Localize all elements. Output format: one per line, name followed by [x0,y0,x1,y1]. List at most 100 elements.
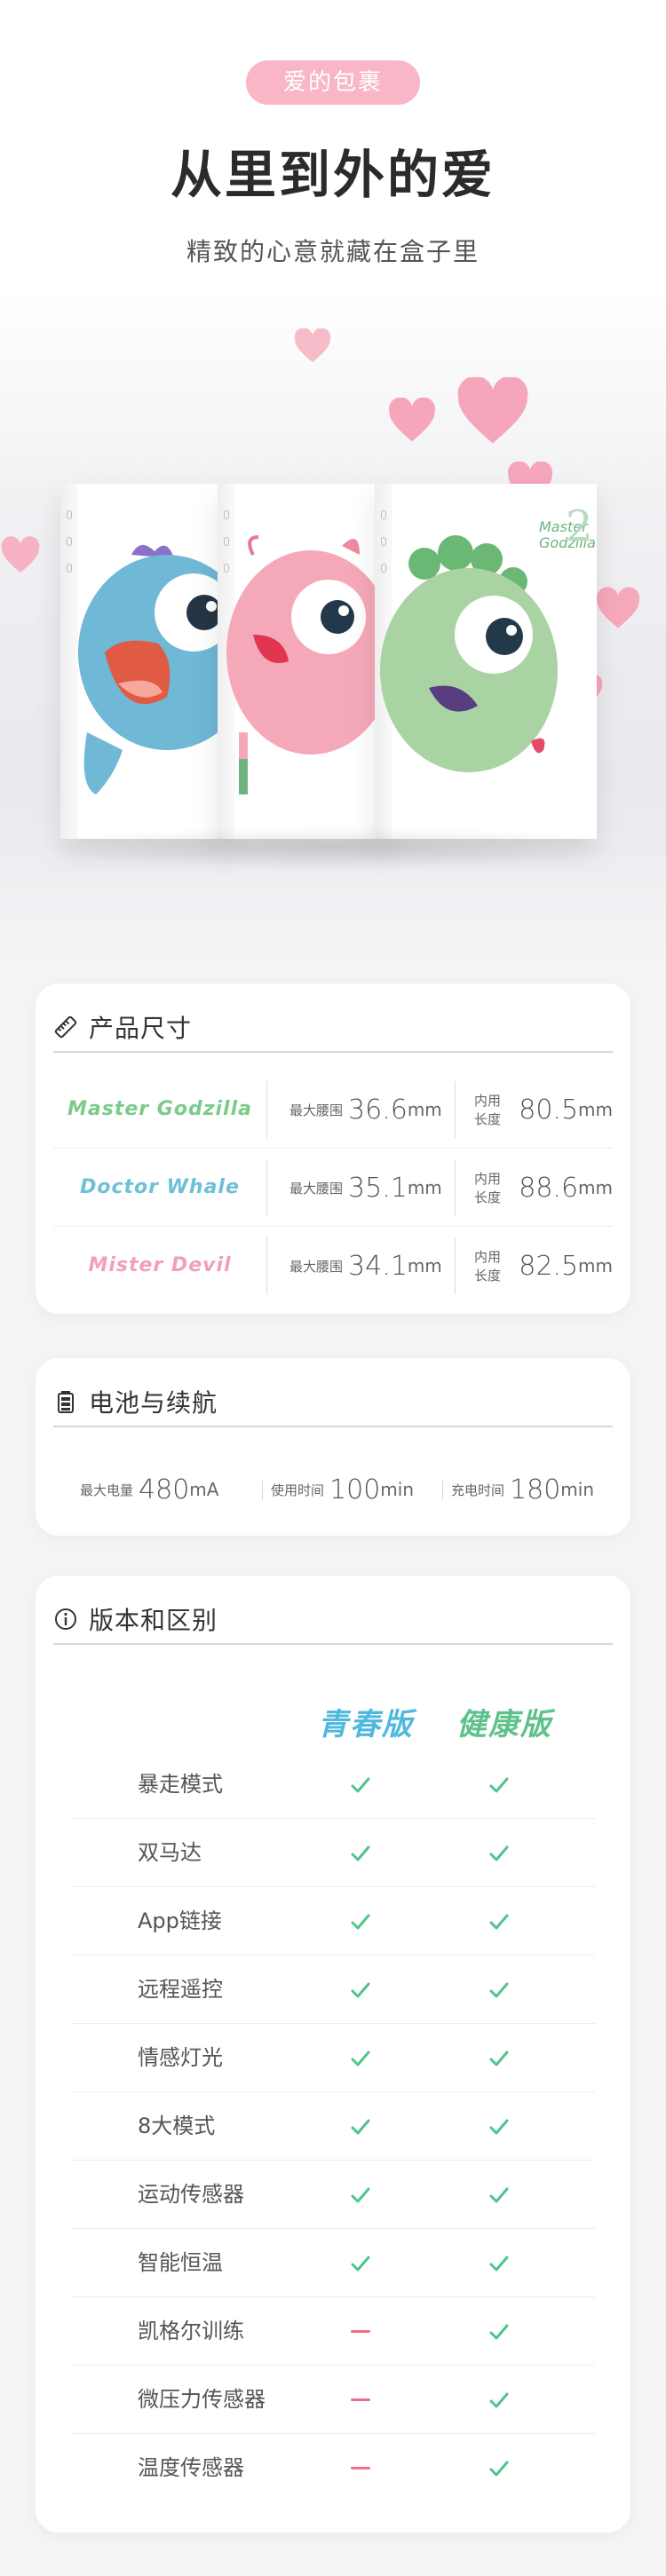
feature-label: 8大模式 [138,2114,216,2138]
ruler-icon [54,1015,77,1039]
feature-label: 情感灯光 [138,2045,223,2070]
floor-shadow [36,826,630,870]
product-size-header: 产品尺寸 [53,1003,613,1053]
inner-label: 内用长度 [474,1171,502,1205]
inner-unit: mm [578,1099,613,1120]
battery-card: 电池与续航 最大电量 480 mA 使用时间 100 min 充电时间 180 min [36,1358,630,1536]
product-size-card: 产品尺寸 Master Godzilla 最大腰围 36.6 mm 内用长度 80.5… [36,984,630,1314]
version-header: 版本和区别 [53,1595,613,1645]
youth-check-icon [343,2161,378,2229]
use-time-label: 使用时间 [271,1482,325,1498]
inner-value: 88.6 [519,1172,579,1204]
inner-spec: 内用长度 80.5 mm [474,1071,613,1149]
box-number: 2 [566,502,593,551]
battery-header: 电池与续航 [53,1378,613,1427]
feature-row: 微压力传感器 [71,2366,595,2434]
capacity-label: 最大电量 [80,1482,134,1498]
feature-row: 双马达 [71,1819,595,1887]
info-icon [55,1608,76,1630]
health-check-icon [481,2366,517,2434]
size-row-mister-devil: Mister Devil 最大腰围 34.1 mm 内用长度 82.5 mm [53,1227,613,1305]
use-time-unit: min [380,1479,414,1500]
health-edition-heading: 健康版 [456,1707,552,1742]
heart-icon [1,536,40,573]
health-check-icon [481,2297,517,2366]
youth-check-icon [343,1956,378,2024]
heart-icon [389,398,435,442]
youth-check-icon [343,2092,378,2161]
health-check-icon [481,1750,517,1819]
inner-spec: 内用长度 82.5 mm [474,1227,613,1305]
heart-icon [457,377,528,444]
health-check-icon [481,1819,517,1887]
feature-label: 双马达 [138,1840,202,1865]
health-check-icon [481,2229,517,2297]
feature-label: 微压力传感器 [138,2387,266,2412]
product-size-title: 产品尺寸 [89,1014,193,1043]
waist-value: 36.6 [348,1094,408,1126]
feature-label: App链接 [138,1908,222,1933]
page-headline: 从里到外的爱 [170,145,496,205]
waist-unit: mm [407,1177,442,1198]
waist-spec: 最大腰围 35.1 mm [289,1149,442,1227]
feature-label: 暴走模式 [138,1772,223,1797]
inner-value: 80.5 [519,1094,579,1126]
inner-unit: mm [578,1255,613,1276]
use-time-value: 100 [329,1474,381,1505]
version-comparison-card: 版本和区别 青春版 健康版 暴走模式双马达 App链接远程遥控情感灯光 8大模式运动… [36,1576,630,2533]
battery-icon [58,1391,74,1413]
use-time-spec: 使用时间 100 min [271,1456,414,1523]
size-row-master-godzilla: Master Godzilla 最大腰围 36.6 mm 内用长度 80.5 mm [53,1071,613,1149]
youth-check-icon [343,1750,378,1819]
youth-check-icon [343,2024,378,2092]
capacity-value: 480 [139,1474,190,1505]
waist-label: 最大腰围 [289,1258,344,1275]
love-package-badge: 爱的包裹 [246,60,420,105]
health-check-icon [481,2024,517,2092]
model-name: Doctor Whale [80,1176,240,1198]
waist-label: 最大腰围 [289,1102,344,1118]
feature-row: 暴走模式 [71,1750,595,1819]
inner-label: 内用长度 [474,1093,502,1127]
health-check-icon [481,2434,517,2502]
waist-value: 35.1 [348,1172,408,1204]
feature-label: 运动传感器 [138,2182,244,2207]
youth-check-icon [343,2229,378,2297]
feature-label: 温度传感器 [138,2455,244,2480]
youth-check-icon [343,1887,378,1956]
model-name: Master Godzilla [67,1098,252,1120]
battery-specs: 最大电量 480 mA 使用时间 100 min 充电时间 180 min [53,1456,613,1523]
mister-devil-box [218,484,386,839]
charge-time-unit: min [560,1479,594,1500]
inner-label: 内用长度 [474,1249,502,1284]
heart-icon [294,328,331,363]
product-boxes-illustration: Master Godzilla 2 [0,293,666,968]
waist-label: 最大腰围 [289,1180,344,1197]
waist-value: 34.1 [348,1250,408,1282]
charge-time-value: 180 [510,1474,561,1505]
youth-dash-icon [343,2297,378,2366]
waist-spec: 最大腰围 36.6 mm [289,1071,442,1149]
hero-section: 爱的包裹 从里到外的爱 精致的心意就藏在盒子里 Master Godzilla … [0,0,666,968]
inner-value: 82.5 [519,1250,579,1282]
battery-title: 电池与续航 [89,1388,218,1418]
feature-row: 智能恒温 [71,2229,595,2297]
feature-label: 智能恒温 [138,2250,223,2275]
inner-unit: mm [578,1177,613,1198]
youth-edition-heading: 青春版 [318,1707,414,1742]
health-check-icon [481,2161,517,2229]
feature-row: 远程遥控 [71,1956,595,2024]
feature-row: 运动传感器 [71,2161,595,2229]
feature-row: 8大模式 [71,2092,595,2161]
charge-time-spec: 充电时间 180 min [451,1456,594,1523]
capacity-spec: 最大电量 480 mA [80,1456,218,1523]
feature-row: 凯格尔训练 [71,2297,595,2366]
health-check-icon [481,1887,517,1956]
page-subline: 精致的心意就藏在盒子里 [186,237,480,266]
feature-row: 温度传感器 [71,2434,595,2502]
model-name: Mister Devil [88,1254,232,1276]
health-check-icon [481,2092,517,2161]
master-godzilla-box: Master Godzilla 2 [375,484,597,839]
feature-row: 情感灯光 [71,2024,595,2092]
version-title: 版本和区别 [89,1606,218,1635]
